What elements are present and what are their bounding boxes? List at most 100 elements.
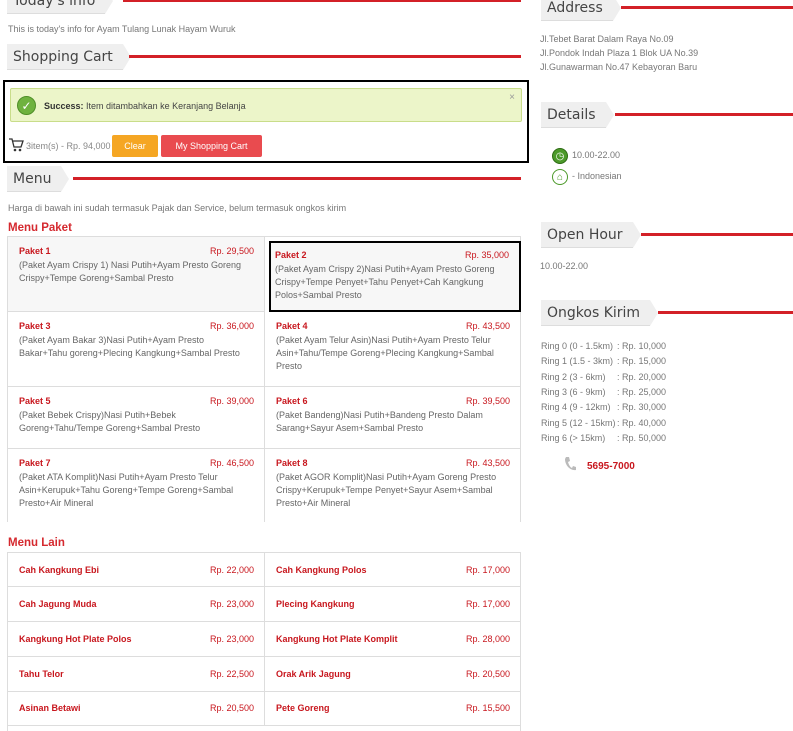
item-price: Rp. 17,000 (465, 565, 510, 575)
item-price: Rp. 20,500 (209, 703, 254, 713)
my-shopping-cart-button[interactable]: My Shopping Cart (161, 135, 262, 157)
ongkos-row: Ring 6 (> 15km): Rp. 50,000 (541, 433, 667, 443)
ongkos-kirim-header: Ongkos Kirim (541, 300, 793, 326)
item-name: Kangkung Hot Plate Komplit (276, 634, 398, 644)
item-price: Rp. 43,500 (465, 321, 510, 331)
item-name: Paket 3 (19, 321, 51, 331)
ongkos-row: Ring 1 (1.5 - 3km): Rp. 15,000 (541, 356, 667, 366)
item-price: Rp. 29,500 (209, 246, 254, 256)
todays-info-text: This is today's info for Ayam Tulang Lun… (8, 24, 236, 34)
item-name: Asinan Betawi (19, 703, 81, 713)
menu-item-paket-4[interactable]: Paket 4 Rp. 43,500 (Paket Ayam Telur Asi… (265, 312, 521, 387)
item-price: Rp. 22,000 (209, 565, 254, 575)
header-rule (621, 6, 793, 9)
shopping-cart-header: Shopping Cart (7, 44, 521, 70)
item-price: Rp. 23,000 (209, 634, 254, 644)
menu-item-lain-1[interactable]: Cah Kangkung Ebi Rp. 22,000 (8, 553, 265, 587)
phone-number[interactable]: 5695-7000 (587, 461, 635, 472)
item-price: Rp. 15,500 (465, 703, 510, 713)
item-desc: (Paket Ayam Crispy 2)Nasi Putih+Ayam Pre… (275, 264, 495, 300)
menu-item-paket-7[interactable]: Paket 7 Rp. 46,500 (Paket ATA Komplit)Na… (8, 449, 265, 522)
item-name: Paket 6 (276, 396, 308, 406)
menu-paket-title: Menu Paket (8, 222, 72, 234)
phone-icon (563, 456, 577, 472)
menu-item-lain-10[interactable]: Pete Goreng Rp. 15,500 (265, 692, 521, 726)
item-name: Cah Kangkung Polos (276, 565, 367, 575)
item-desc: (Paket Bebek Crispy)Nasi Putih+Bebek Gor… (19, 410, 201, 433)
item-name: Cah Kangkung Ebi (19, 565, 100, 575)
menu-item-paket-6[interactable]: Paket 6 Rp. 39,500 (Paket Bandeng)Nasi P… (265, 387, 521, 449)
ongkos-row: Ring 5 (12 - 15km): Rp. 40,000 (541, 418, 667, 428)
address-line: Jl.Tebet Barat Dalam Raya No.09 (540, 34, 674, 44)
menu-title: Menu (7, 166, 70, 192)
item-name: Plecing Kangkung (276, 599, 355, 609)
menu-item-lain-2[interactable]: Cah Kangkung Polos Rp. 17,000 (265, 553, 521, 587)
item-name: Paket 4 (276, 321, 308, 331)
cart-icon (8, 138, 24, 152)
ongkos-kirim-title: Ongkos Kirim (541, 300, 659, 326)
menu-item-lain-9[interactable]: Asinan Betawi Rp. 20,500 (8, 692, 265, 726)
details-hours: 10.00-22.00 (572, 150, 621, 160)
header-rule (129, 55, 521, 58)
item-price: Rp. 35,000 (464, 250, 509, 260)
item-name: Cah Jagung Muda (19, 599, 97, 609)
close-icon[interactable]: × (509, 92, 515, 103)
clear-cart-button[interactable]: Clear (112, 135, 158, 157)
menu-item-paket-3[interactable]: Paket 3 Rp. 36,000 (Paket Ayam Bakar 3)N… (8, 312, 265, 387)
ongkos-row: Ring 3 (6 - 9km): Rp. 25,000 (541, 387, 667, 397)
cart-total: 3item(s) - Rp. 94,000 (26, 141, 111, 151)
menu-item-lain-4[interactable]: Plecing Kangkung Rp. 17,000 (265, 587, 521, 622)
item-price: Rp. 39,000 (209, 396, 254, 406)
ongkos-row: Ring 0 (0 - 1.5km): Rp. 10,000 (541, 341, 667, 351)
item-name: Orak Arik Jagung (276, 669, 351, 679)
menu-item-paket-1[interactable]: Paket 1 Rp. 29,500 (Paket Ayam Crispy 1)… (8, 237, 265, 312)
address-title: Address (541, 0, 621, 21)
menu-item-lain-8[interactable]: Orak Arik Jagung Rp. 20,500 (265, 657, 521, 692)
shopping-cart-title: Shopping Cart (7, 44, 131, 70)
menu-item-paket-2[interactable]: Paket 2 Rp. 35,000 (Paket Ayam Crispy 2)… (269, 241, 521, 312)
menu-note: Harga di bawah ini sudah termasuk Pajak … (8, 203, 347, 213)
item-price: Rp. 17,000 (465, 599, 510, 609)
menu-item-lain-5[interactable]: Kangkung Hot Plate Polos Rp. 23,000 (8, 622, 265, 657)
header-rule (123, 0, 521, 2)
details-header: Details (541, 102, 793, 128)
item-name: Pete Goreng (276, 703, 330, 713)
header-rule (658, 311, 793, 314)
ongkos-row: Ring 4 (9 - 12km): Rp. 30,000 (541, 402, 667, 412)
shopping-cart-panel: ✓ Success: Item ditambahkan ke Keranjang… (3, 80, 529, 163)
alert-message: Success: Item ditambahkan ke Keranjang B… (44, 101, 246, 111)
menu-item-lain-7[interactable]: Tahu Telor Rp. 22,500 (8, 657, 265, 692)
item-price: Rp. 36,000 (209, 321, 254, 331)
item-desc: (Paket Ayam Telur Asin)Nasi Putih+Ayam P… (276, 335, 494, 371)
address-header: Address (541, 0, 793, 21)
menu-lain-grid: Cah Kangkung Ebi Rp. 22,000 Cah Kangkung… (7, 552, 521, 731)
item-desc: (Paket ATA Komplit)Nasi Putih+Ayam Prest… (19, 472, 234, 508)
item-desc: (Paket Bandeng)Nasi Putih+Bandeng Presto… (276, 410, 483, 433)
success-alert: ✓ Success: Item ditambahkan ke Keranjang… (10, 88, 522, 122)
menu-header: Menu (7, 166, 521, 192)
item-name: Paket 5 (19, 396, 51, 406)
item-desc: (Paket AGOR Komplit)Nasi Putih+Ayam Gore… (276, 472, 497, 508)
menu-paket-grid: Paket 1 Rp. 29,500 (Paket Ayam Crispy 1)… (7, 236, 521, 522)
item-price: Rp. 28,000 (465, 634, 510, 644)
item-name: Kangkung Hot Plate Polos (19, 634, 132, 644)
item-name: Tahu Telor (19, 669, 64, 679)
details-cuisine: - Indonesian (572, 171, 622, 181)
address-line: Jl.Pondok Indah Plaza 1 Blok UA No.39 (540, 48, 699, 58)
menu-item-lain-6[interactable]: Kangkung Hot Plate Komplit Rp. 28,000 (265, 622, 521, 657)
open-hour-text: 10.00-22.00 (540, 261, 589, 271)
details-title: Details (541, 102, 614, 128)
item-desc: (Paket Ayam Bakar 3)Nasi Putih+Ayam Pres… (19, 335, 240, 358)
open-hour-header: Open Hour (541, 222, 793, 248)
item-price: Rp. 20,500 (465, 669, 510, 679)
todays-info-header: Today's info (7, 0, 521, 14)
item-price: Rp. 23,000 (209, 599, 254, 609)
todays-info-title: Today's info (7, 0, 114, 14)
ongkos-row: Ring 2 (3 - 6km): Rp. 20,000 (541, 372, 667, 382)
menu-item-paket-5[interactable]: Paket 5 Rp. 39,000 (Paket Bebek Crispy)N… (8, 387, 265, 449)
item-desc: (Paket Ayam Crispy 1) Nasi Putih+Ayam Pr… (19, 260, 242, 283)
menu-item-lain-3[interactable]: Cah Jagung Muda Rp. 23,000 (8, 587, 265, 622)
menu-item-paket-8[interactable]: Paket 8 Rp. 43,500 (Paket AGOR Komplit)N… (265, 449, 521, 522)
item-price: Rp. 43,500 (465, 458, 510, 468)
item-price: Rp. 39,500 (465, 396, 510, 406)
